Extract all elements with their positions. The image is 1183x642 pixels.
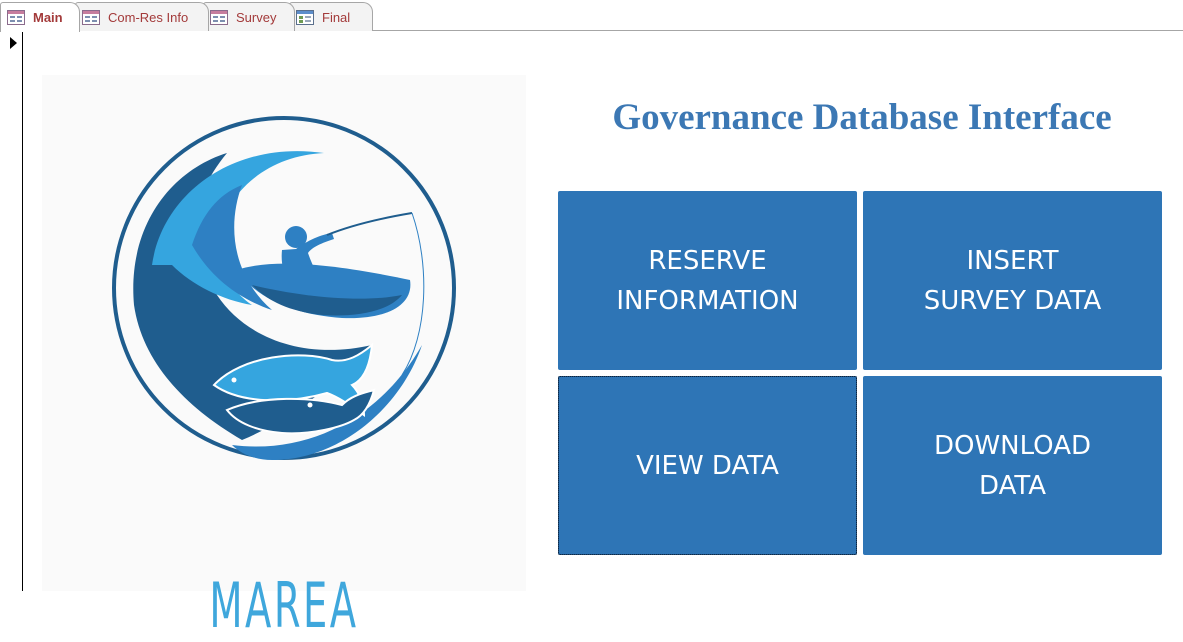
button-label: RESERVE INFORMATION <box>616 245 799 316</box>
tab-label: Main <box>33 10 63 25</box>
logo-wordmark: MAREA <box>209 569 359 642</box>
reserve-information-button[interactable]: RESERVE INFORMATION <box>558 191 857 370</box>
logo-panel: MAREA <box>42 75 526 637</box>
tab-label: Com-Res Info <box>108 9 189 25</box>
button-label: INSERT SURVEY DATA <box>923 245 1102 316</box>
record-selector[interactable] <box>0 31 23 591</box>
insert-survey-data-button[interactable]: INSERT SURVEY DATA <box>863 191 1162 370</box>
tab-survey[interactable]: Survey <box>203 2 295 31</box>
page-title: Governance Database Interface <box>612 97 1112 138</box>
tab-label: Survey <box>236 9 277 25</box>
button-label: VIEW DATA <box>636 450 779 481</box>
tab-main[interactable]: Main <box>0 2 80 32</box>
button-label: DOWNLOAD DATA <box>933 430 1091 501</box>
tab-final[interactable]: Final <box>289 2 373 31</box>
form-icon <box>210 9 228 25</box>
tab-com-res-info[interactable]: Com-Res Info <box>75 2 209 31</box>
current-record-arrow-icon <box>10 37 17 49</box>
report-icon <box>296 9 314 25</box>
view-data-button[interactable]: VIEW DATA <box>558 376 857 555</box>
download-data-button[interactable]: DOWNLOAD DATA <box>863 376 1162 555</box>
document-tab-bar: Final Survey Com-Res Info Main <box>0 0 1183 32</box>
marea-fishing-logo-icon <box>112 116 456 460</box>
form-icon <box>82 9 100 25</box>
form-icon <box>7 10 25 25</box>
tab-label: Final <box>322 9 351 25</box>
